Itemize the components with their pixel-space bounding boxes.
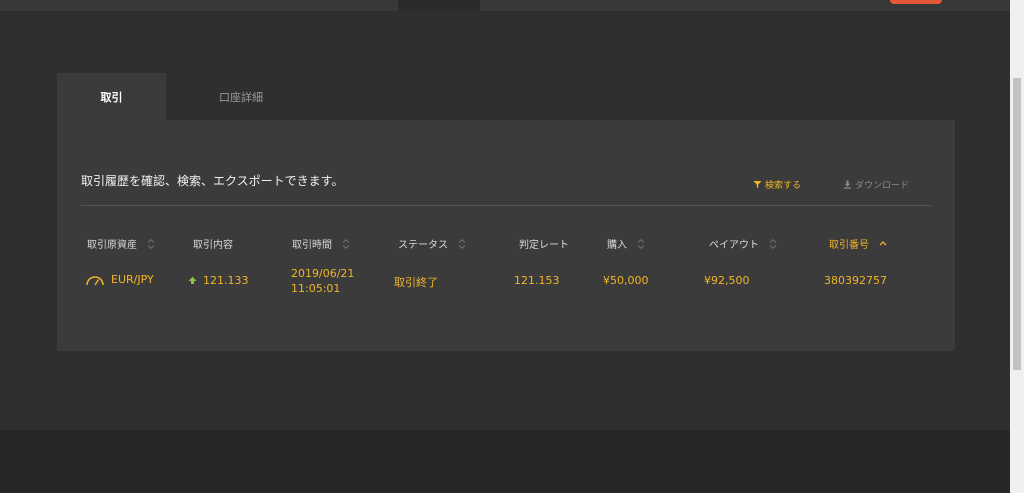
sort-icon <box>637 238 645 249</box>
tab-bar: 取引 口座詳細 <box>57 73 316 120</box>
status-cell: 取引終了 <box>394 276 438 289</box>
sort-icon <box>458 238 466 249</box>
scrollbar-thumb[interactable] <box>1013 78 1021 370</box>
column-header-asset[interactable]: 取引原資産 <box>87 236 156 251</box>
sort-icon <box>342 238 350 249</box>
column-header-label: 取引番号 <box>829 240 869 251</box>
download-label: ダウンロード <box>855 181 910 191</box>
up-arrow-icon <box>188 276 197 284</box>
column-header-label: 取引原資産 <box>87 240 137 251</box>
column-header-status[interactable]: ステータス <box>398 236 467 251</box>
column-header-trade-id[interactable]: 取引番号 <box>829 236 888 251</box>
tab-account-details[interactable]: 口座詳細 <box>166 73 316 120</box>
sort-icon <box>147 238 155 249</box>
trade-id-cell: 380392757 <box>824 274 887 287</box>
trade-date: 2019/06/21 <box>291 267 355 280</box>
header-divider <box>81 205 931 206</box>
column-header-label: 判定レート <box>519 240 569 251</box>
column-header-payout[interactable]: ペイアウト <box>709 236 778 251</box>
sort-icon <box>769 238 777 249</box>
column-header-details: 取引内容 <box>193 236 233 251</box>
search-button[interactable]: 検索する <box>753 178 801 191</box>
trade-time: 11:05:01 <box>291 282 341 295</box>
column-header-label: 取引時間 <box>292 240 332 251</box>
asset-cell: EUR/JPY <box>85 273 154 286</box>
purchase-cell: ¥50,000 <box>603 274 649 287</box>
asset-name: EUR/JPY <box>111 273 154 286</box>
column-header-judgment-rate: 判定レート <box>519 236 569 251</box>
top-accent-button[interactable] <box>890 0 942 4</box>
gauge-icon <box>86 275 104 285</box>
top-header-left <box>0 0 398 11</box>
page-footer <box>0 430 1010 493</box>
entry-rate: 121.133 <box>203 274 249 287</box>
column-header-label: 取引内容 <box>193 240 233 251</box>
payout-cell: ¥92,500 <box>704 274 750 287</box>
search-label: 検索する <box>765 181 802 191</box>
judgment-rate-cell: 121.153 <box>514 274 560 287</box>
panel-description: 取引履歴を確認、検索、エクスポートできます。 <box>81 174 344 188</box>
column-header-label: ステータス <box>398 240 448 251</box>
column-header-label: ペイアウト <box>709 240 759 251</box>
trade-history-panel: 取引履歴を確認、検索、エクスポートできます。 検索する ダウンロード 取引原資産… <box>57 120 955 351</box>
column-header-purchase[interactable]: 購入 <box>607 236 646 251</box>
download-button[interactable]: ダウンロード <box>843 178 909 191</box>
filter-icon <box>753 181 762 189</box>
column-header-time[interactable]: 取引時間 <box>292 236 351 251</box>
download-icon <box>844 180 851 189</box>
tab-trades[interactable]: 取引 <box>57 73 166 120</box>
sort-ascending-icon <box>879 240 887 245</box>
direction-cell: 121.133 <box>188 274 249 287</box>
time-cell: 2019/06/21 11:05:01 <box>291 266 354 296</box>
top-header-gap <box>398 0 480 11</box>
column-header-label: 購入 <box>607 240 627 251</box>
